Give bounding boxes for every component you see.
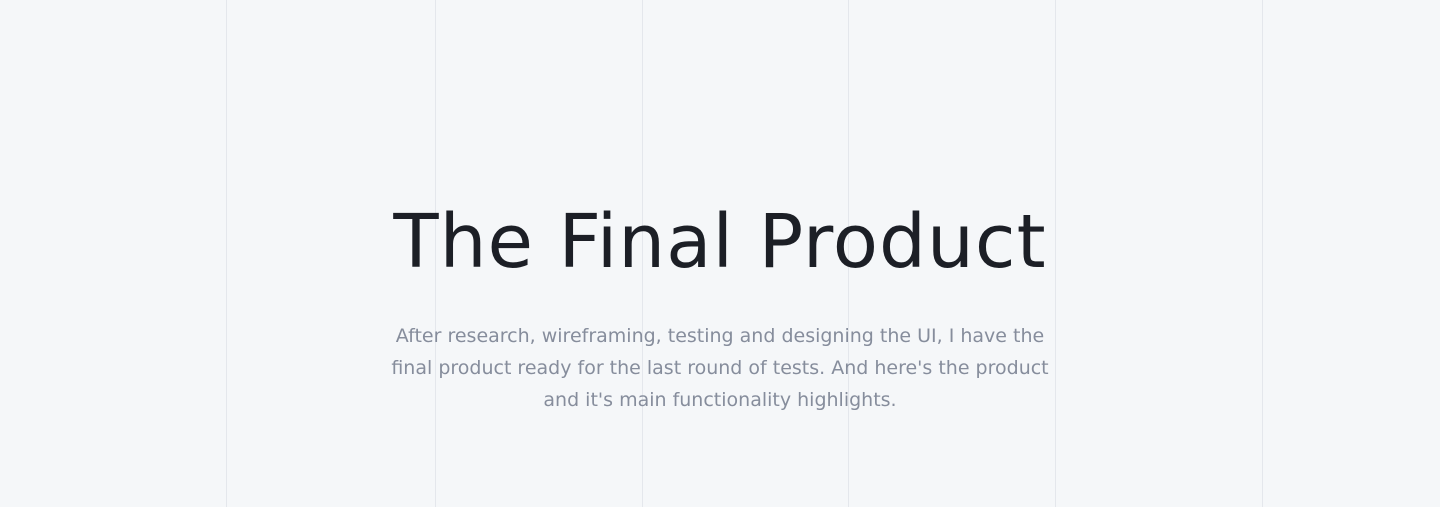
page: The Final Product After research, wirefr… (0, 0, 1440, 507)
hero-section: The Final Product After research, wirefr… (0, 196, 1440, 416)
hero-description: After research, wireframing, testing and… (391, 325, 1061, 411)
page-title: The Final Product (393, 199, 1047, 285)
